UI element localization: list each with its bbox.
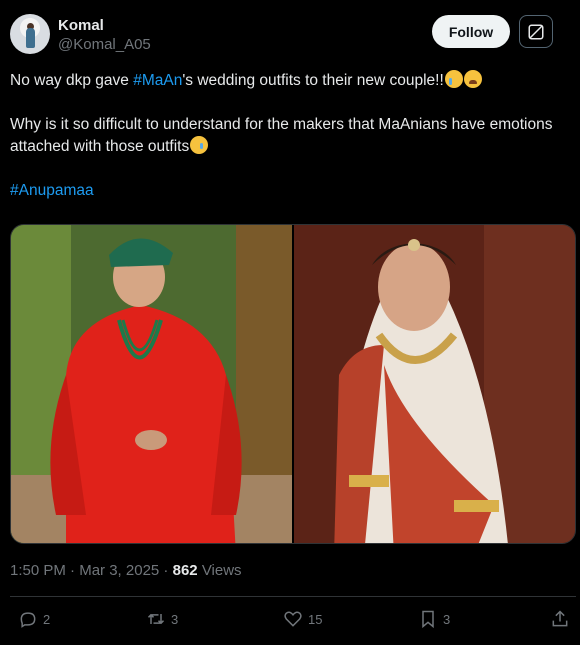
bookmark-icon [422, 610, 434, 629]
tweet-text: No way dkp gave #MaAn's wedding outfits … [10, 70, 570, 202]
tired-face-emoji-icon [463, 70, 482, 88]
reply-icon [20, 612, 36, 628]
author-name[interactable]: Komal [58, 17, 104, 34]
action-bar: 2 3 15 3 [0, 607, 580, 635]
repost-button[interactable]: 3 [146, 609, 178, 629]
avatar[interactable] [10, 14, 50, 54]
groom-illustration [11, 225, 292, 543]
hashtag-maan-link[interactable]: #MaAn [133, 72, 182, 89]
bookmark-button[interactable]: 3 [418, 609, 450, 629]
groom-photo[interactable] [11, 225, 292, 543]
tweet-media [10, 224, 576, 544]
tweet-text-segment: Why is it so difficult to understand for… [10, 116, 553, 155]
author-handle[interactable]: @Komal_A05 [58, 36, 151, 53]
hashtag-anupamaa-link[interactable]: #Anupamaa [10, 182, 94, 199]
repost-count: 3 [171, 611, 179, 627]
share-icon [552, 610, 568, 627]
follow-button[interactable]: Follow [432, 15, 510, 48]
bride-photo[interactable] [294, 225, 575, 543]
meta-separator: · [159, 562, 173, 579]
crying-face-emoji-icon [444, 70, 463, 88]
share-button[interactable] [550, 609, 570, 629]
divider [10, 596, 576, 597]
bride-illustration [294, 225, 575, 543]
tweet-time[interactable]: 1:50 PM [10, 562, 66, 579]
tweet-header: Komal @Komal_A05 Follow [10, 14, 578, 58]
heart-icon [284, 611, 302, 627]
tweet-line-2: Why is it so difficult to understand for… [10, 114, 570, 158]
grok-icon [528, 24, 544, 39]
tweet-line-3: #Anupamaa [10, 180, 570, 202]
views-count: 862 [172, 562, 198, 579]
repost-icon [147, 614, 165, 624]
like-button[interactable]: 15 [283, 609, 322, 629]
tweet-line-1: No way dkp gave #MaAn's wedding outfits … [10, 70, 570, 92]
like-count: 15 [308, 611, 323, 627]
reply-button[interactable]: 2 [18, 609, 50, 629]
grok-button[interactable] [519, 15, 553, 48]
tweet-date[interactable]: Mar 3, 2025 [79, 562, 159, 579]
tweet-text-segment: No way dkp gave [10, 72, 134, 89]
tweet-text-segment: 's wedding outfits to their new couple!! [182, 72, 444, 89]
meta-separator: · [65, 562, 80, 579]
views-label: Views [201, 562, 242, 579]
face-holding-back-tears-emoji-icon [190, 136, 209, 154]
reply-count: 2 [43, 611, 51, 627]
tweet-meta: 1:50 PM · Mar 3, 2025 · 862 Views [10, 562, 242, 579]
bookmark-count: 3 [443, 611, 451, 627]
avatar-figure [26, 28, 35, 48]
